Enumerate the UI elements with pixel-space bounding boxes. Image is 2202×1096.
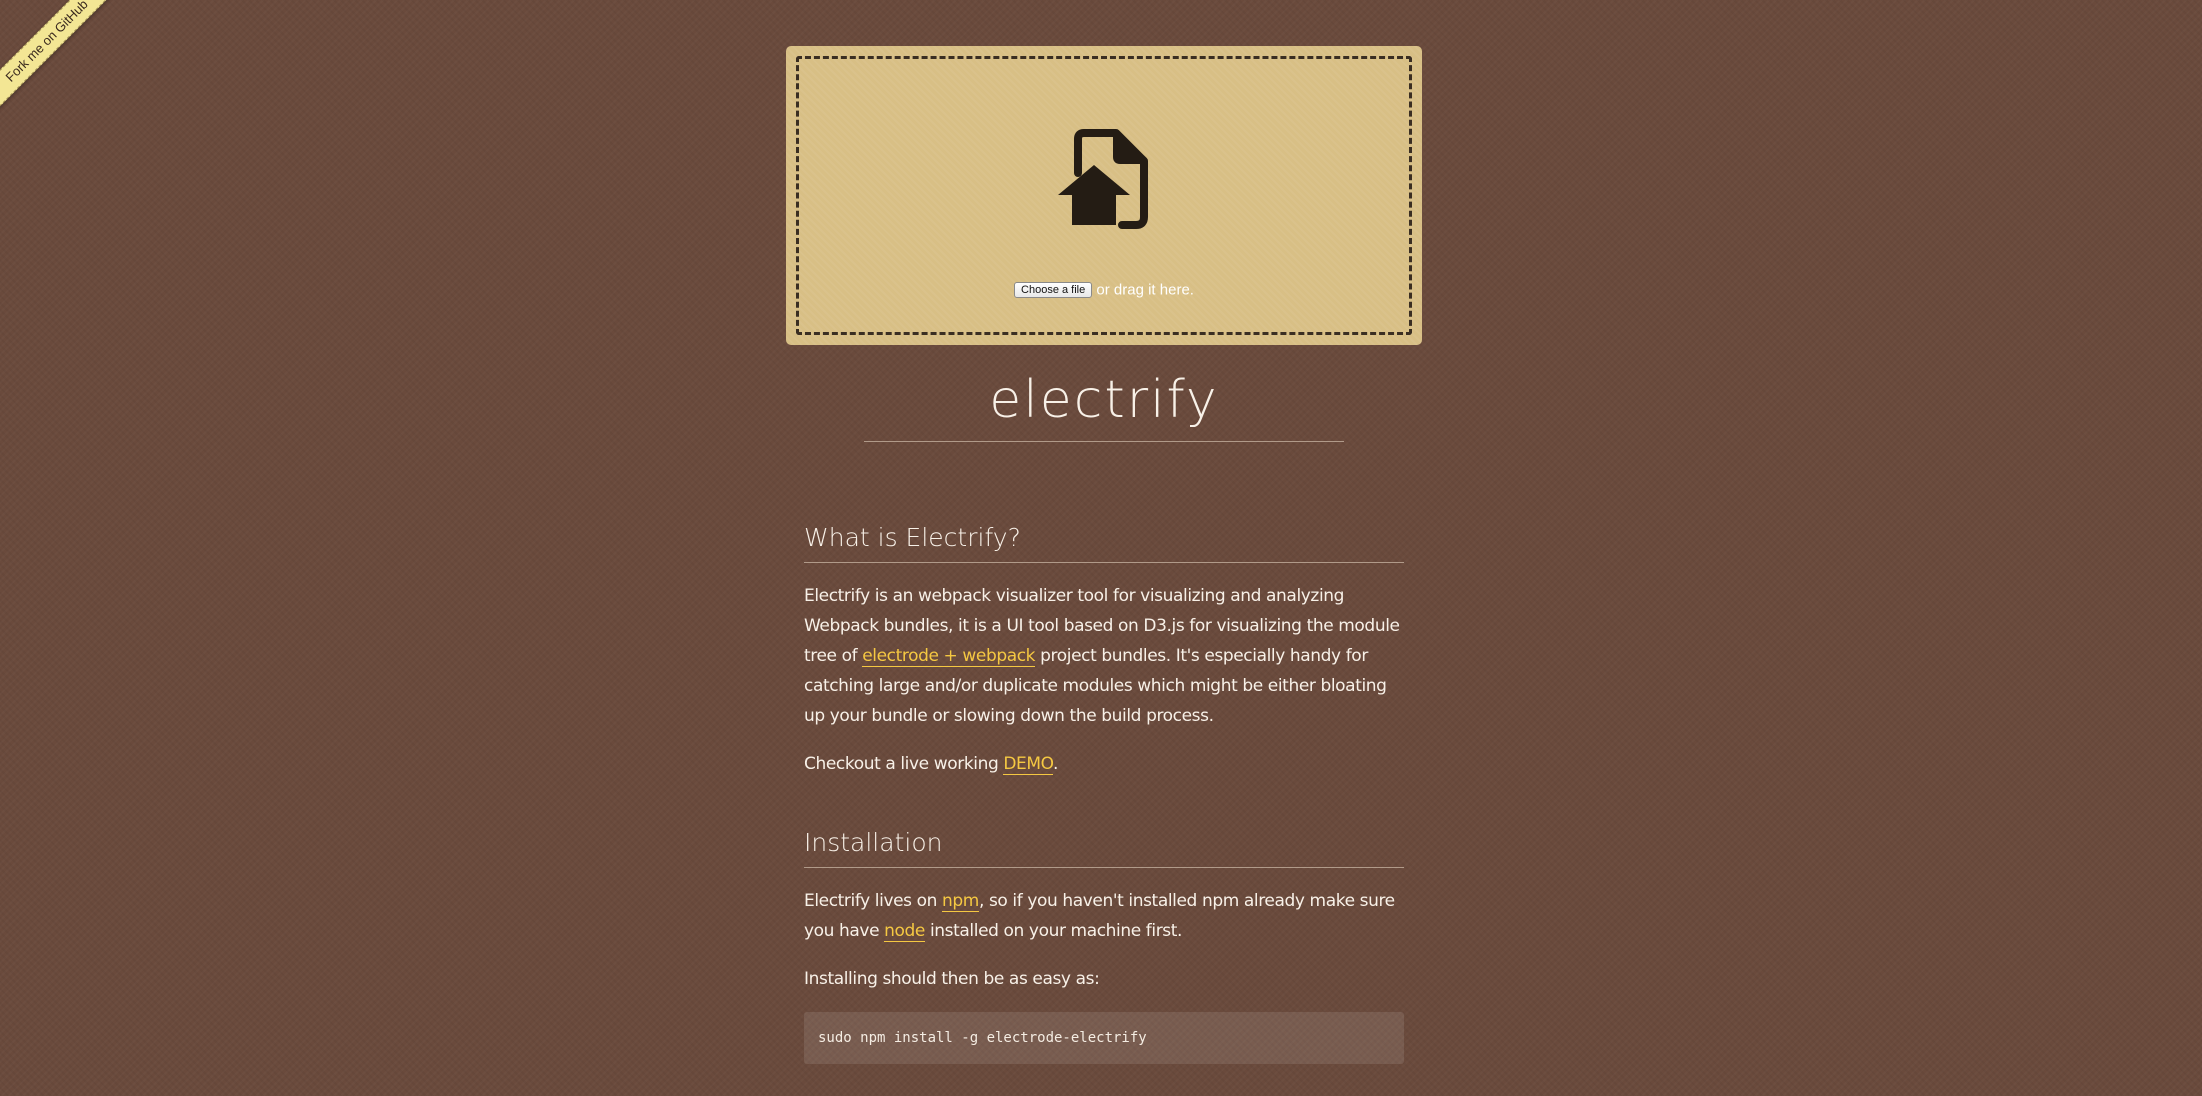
section-heading-what: What is Electrify? (804, 520, 1404, 563)
install-command-code[interactable]: sudo npm install -g electrode-electrify (804, 1012, 1404, 1064)
demo-link[interactable]: DEMO (1003, 754, 1053, 775)
electrode-webpack-link[interactable]: electrode + webpack (862, 646, 1036, 667)
demo-text-before: Checkout a live working (804, 754, 1004, 774)
choose-file-button[interactable]: Choose a file (1014, 282, 1093, 299)
install-text-before: Electrify lives on (804, 891, 943, 911)
demo-text-after: . (1052, 754, 1058, 774)
title-divider (864, 441, 1344, 442)
dropzone-dashed-area[interactable]: Choose a file or drag it here. (796, 56, 1412, 335)
file-dropzone[interactable]: Choose a file or drag it here. (786, 46, 1422, 345)
drag-hint-text: or drag it here. (1096, 281, 1194, 299)
install-instruction-paragraph: Installing should then be as easy as: (804, 969, 1100, 989)
site-title: electrify (989, 370, 1219, 430)
install-description-paragraph: Electrify lives on npm, so if you haven'… (804, 886, 1404, 946)
fork-ribbon-container: Fork me on GitHub (0, 0, 160, 160)
npm-link[interactable]: npm (942, 891, 979, 912)
file-upload-icon (1058, 129, 1148, 229)
install-text-after: installed on your machine first. (924, 921, 1183, 941)
fork-on-github-link[interactable]: Fork me on GitHub (0, 0, 131, 125)
what-description-paragraph: Electrify is an webpack visualizer tool … (804, 581, 1404, 731)
node-link[interactable]: node (884, 921, 925, 942)
main-content: What is Electrify? Electrify is an webpa… (804, 500, 1404, 1064)
demo-paragraph: Checkout a live working DEMO. (804, 749, 1404, 779)
section-heading-installation: Installation (804, 825, 1404, 868)
upload-controls: Choose a file or drag it here. (799, 281, 1409, 299)
